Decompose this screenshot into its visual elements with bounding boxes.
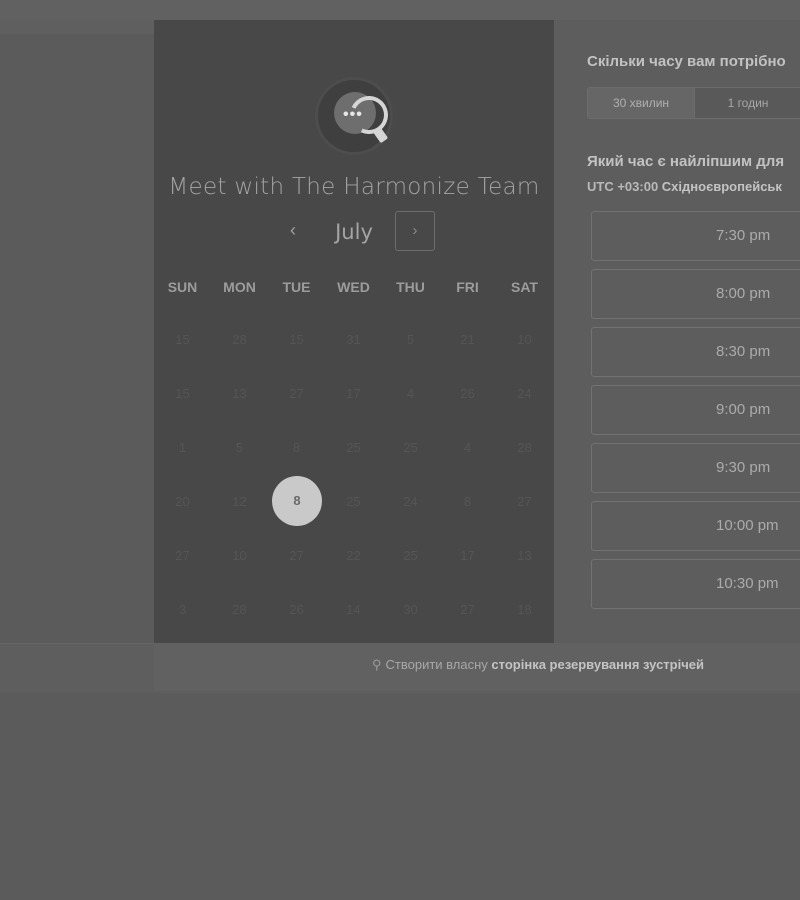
duration-question: Скільки часу вам потрібно	[587, 53, 786, 70]
calendar-day: 12	[232, 494, 247, 509]
page-top-strip	[0, 0, 800, 20]
calendar-day: 8	[463, 494, 472, 509]
calendar-day: 15	[175, 386, 190, 401]
weekday-label: THU	[396, 279, 425, 295]
calendar-week: 1 5 8 25 25 4 28	[154, 421, 554, 475]
calendar-day: 30	[403, 602, 418, 617]
calendar-grid: 15 28 15 31 5 21 10 15 13 27 17 4 26 24 …	[154, 313, 554, 637]
calendar-week: 15 13 27 17 4 26 24	[154, 367, 554, 421]
calendar-day: 13	[232, 386, 247, 401]
calendar-week: 27 10 27 22 25 17 13	[154, 529, 554, 583]
calendar-day: 22	[346, 548, 361, 563]
time-slot-button[interactable]: 8:00 pm	[591, 269, 800, 319]
calendar-day: 28	[232, 602, 247, 617]
calendar-day: 27	[289, 386, 304, 401]
timezone-name: Східноєвропейськ	[661, 179, 782, 194]
calendar-day: 26	[289, 602, 304, 617]
booking-panel: Скільки часу вам потрібно 30 хвилин 1 го…	[554, 20, 800, 643]
weekday-label: FRI	[456, 279, 479, 295]
ellipsis-icon: •••	[343, 106, 363, 123]
time-slot-button[interactable]: 7:30 pm	[591, 211, 800, 261]
calendar-day: 5	[406, 332, 415, 347]
meeting-title: Meet with The Harmonize Team	[168, 174, 540, 200]
calendar-day: 5	[235, 440, 244, 455]
calendar-day: 27	[517, 494, 532, 509]
calendar-day-selected[interactable]: 8	[268, 475, 325, 529]
weekday-label: TUE	[282, 279, 311, 295]
time-slot-button[interactable]: 10:30 pm	[591, 559, 800, 609]
time-slot-button[interactable]: 10:00 pm	[591, 501, 800, 551]
calendar-day: 25	[403, 440, 418, 455]
calendar-week: 3 28 26 14 30 27 18	[154, 583, 554, 637]
calendar-day: 28	[232, 332, 247, 347]
calendar-day: 25	[403, 548, 418, 563]
calendar-day: 18	[517, 602, 532, 617]
calendar-day: 8	[292, 440, 301, 455]
timezone-offset: UTC +03:00	[587, 179, 659, 194]
month-label: July	[335, 220, 373, 244]
timezone-selector[interactable]: UTC +03:00 Східноєвропейськ	[587, 179, 782, 194]
calendar-day: 14	[346, 602, 361, 617]
calendar-day: 24	[403, 494, 418, 509]
duration-selector: 30 хвилин 1 годин	[587, 87, 800, 119]
calendar-day: 10	[232, 548, 247, 563]
calendar-day: 15	[289, 332, 304, 347]
calendar-day: 24	[517, 386, 532, 401]
calendar-day: 27	[175, 548, 190, 563]
calendar-day: 26	[460, 386, 475, 401]
calendar-day: 20	[175, 494, 190, 509]
calendar-day: 17	[460, 548, 475, 563]
selected-day-circle[interactable]: 8	[272, 476, 322, 526]
weekday-label: SAT	[511, 279, 538, 295]
calendar-week: 20 12 8 25 24 8 27	[154, 475, 554, 529]
calendar-day: 1	[178, 440, 187, 455]
weekday-header: SUN MON TUE WED THU FRI SAT	[154, 279, 554, 295]
calendar-day: 25	[346, 494, 361, 509]
calendar-week: 15 28 15 31 5 21 10	[154, 313, 554, 367]
prev-month-button[interactable]: ‹	[278, 210, 308, 250]
footer-link-bold: сторінка резервування зустрічей	[491, 657, 704, 672]
calendar-day: 31	[346, 332, 361, 347]
calendar-day: 4	[406, 386, 415, 401]
footer-link-prefix: Створити власну	[385, 657, 488, 672]
time-question: Який час є найліпшим для	[587, 153, 785, 170]
create-booking-page-link[interactable]: ⚲ Створити власну сторінка резервування з…	[372, 657, 704, 673]
time-slot-button[interactable]: 8:30 pm	[591, 327, 800, 377]
next-month-button[interactable]: ›	[395, 211, 435, 251]
calendar-day: 3	[178, 602, 187, 617]
calendar-day: 25	[346, 440, 361, 455]
weekday-label: WED	[337, 279, 370, 295]
calendar-day: 15	[175, 332, 190, 347]
weekday-label: SUN	[167, 279, 198, 295]
meeting-calendar-panel: ••• Meet with The Harmonize Team ‹ July …	[154, 20, 554, 643]
hubspot-sprocket-icon: ⚲	[372, 657, 382, 672]
calendar-day: 27	[289, 548, 304, 563]
calendar-day: 17	[346, 386, 361, 401]
calendar-day: 21	[460, 332, 475, 347]
calendar-day: 10	[517, 332, 532, 347]
weekday-label: MON	[223, 279, 256, 295]
time-slot-button[interactable]: 9:30 pm	[591, 443, 800, 493]
month-navigation: ‹ July ›	[154, 210, 554, 254]
duration-option-1h[interactable]: 1 годин	[695, 88, 800, 118]
time-slot-button[interactable]: 9:00 pm	[591, 385, 800, 435]
calendar-day: 28	[517, 440, 532, 455]
time-slot-list: 7:30 pm 8:00 pm 8:30 pm 9:00 pm 9:30 pm …	[591, 211, 800, 617]
calendar-day: 27	[460, 602, 475, 617]
calendar-day: 13	[517, 548, 532, 563]
calendar-day: 4	[463, 440, 472, 455]
duration-option-30min[interactable]: 30 хвилин	[588, 88, 695, 118]
